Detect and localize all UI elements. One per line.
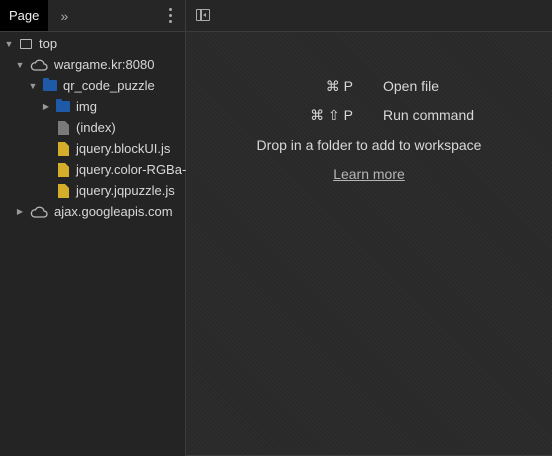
folder-icon xyxy=(43,78,57,93)
document-icon xyxy=(56,120,70,135)
tree-item-img[interactable]: ▶ img xyxy=(0,96,185,117)
tree-item-ajax-googleapis[interactable]: ▶ ajax.googleapis.com xyxy=(0,201,185,222)
toggle-navigator-icon[interactable] xyxy=(196,9,210,21)
expand-arrow-icon[interactable]: ▶ xyxy=(14,206,26,218)
learn-more-container: Learn more xyxy=(186,166,552,182)
script-icon xyxy=(56,162,70,177)
cloud-icon xyxy=(30,58,48,72)
tree-item-jquery-jqpuzzle[interactable]: jquery.jqpuzzle.js xyxy=(0,180,185,201)
folder-icon xyxy=(56,99,70,114)
shortcut-label: Run command xyxy=(383,107,475,123)
file-tree: ▼ top ▼ wargame.kr:8080 ▼ qr_code_puzzle… xyxy=(0,32,194,222)
editor-toolbar xyxy=(186,0,552,32)
tree-item-label: img xyxy=(76,99,97,114)
tree-item-label: jquery.color-RGBa-p xyxy=(76,162,194,177)
expand-arrow-icon[interactable]: ▼ xyxy=(27,80,39,92)
tree-item-jquery-color[interactable]: jquery.color-RGBa-p xyxy=(0,159,194,180)
tree-item-label: ajax.googleapis.com xyxy=(54,204,173,219)
tree-item-label: wargame.kr:8080 xyxy=(54,57,155,72)
shortcut-label: Open file xyxy=(383,78,440,94)
cloud-icon xyxy=(30,205,48,219)
tree-item-label: jquery.jqpuzzle.js xyxy=(76,183,175,198)
tree-item-qr-code-puzzle[interactable]: ▼ qr_code_puzzle xyxy=(0,75,185,96)
tree-item-jquery-blockui[interactable]: jquery.blockUI.js xyxy=(0,138,185,159)
tree-item-top[interactable]: ▼ top xyxy=(0,33,185,54)
frame-icon xyxy=(19,37,33,51)
learn-more-link[interactable]: Learn more xyxy=(333,166,405,182)
expand-arrow-icon[interactable]: ▼ xyxy=(14,59,26,71)
shortcut-keys: ⌘ ⇧ P xyxy=(310,107,353,123)
tree-item-label: jquery.blockUI.js xyxy=(76,141,171,156)
shortcut-open-file: ⌘ P Open file xyxy=(186,78,552,98)
tab-page[interactable]: Page xyxy=(0,0,49,31)
shortcut-keys: ⌘ P xyxy=(325,78,353,94)
navigator-panel: Page » ▼ top ▼ wargame.kr:8080 ▼ qr_code… xyxy=(0,0,194,456)
navigator-header: Page » xyxy=(0,0,185,32)
more-options-icon[interactable] xyxy=(169,8,173,24)
tree-item-label: qr_code_puzzle xyxy=(63,78,155,93)
tree-item-label: (index) xyxy=(76,120,116,135)
tree-item-index[interactable]: (index) xyxy=(0,117,185,138)
tree-item-wargame[interactable]: ▼ wargame.kr:8080 xyxy=(0,54,185,75)
editor-placeholder-panel: ⌘ P Open file ⌘ ⇧ P Run command Drop in … xyxy=(186,0,552,456)
script-icon xyxy=(56,183,70,198)
drop-folder-hint: Drop in a folder to add to workspace xyxy=(256,137,482,153)
more-tabs-icon[interactable]: » xyxy=(57,8,71,24)
expand-arrow-icon[interactable]: ▶ xyxy=(40,101,52,113)
shortcut-run-command: ⌘ ⇧ P Run command xyxy=(186,107,552,127)
tree-item-label: top xyxy=(39,36,58,51)
expand-arrow-icon[interactable]: ▼ xyxy=(3,38,15,50)
script-icon xyxy=(56,141,70,156)
